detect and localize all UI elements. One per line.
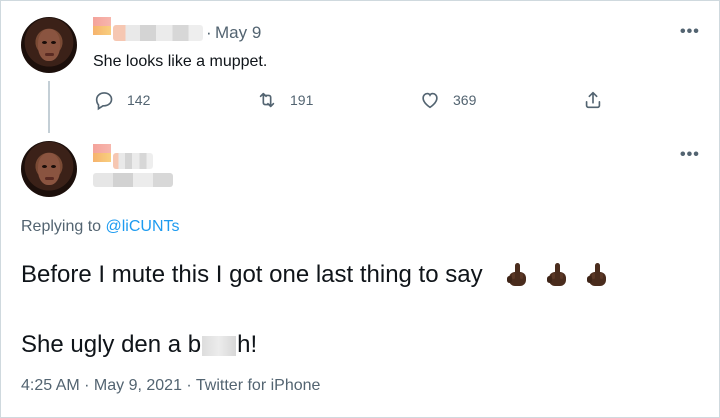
retweet-button[interactable]: 191 xyxy=(256,89,313,111)
more-icon[interactable]: ••• xyxy=(680,146,700,164)
replying-handle-link[interactable]: @liCUNTs xyxy=(106,218,180,235)
display-name-emoji-blurred xyxy=(93,17,111,26)
avatar[interactable] xyxy=(21,17,77,73)
tweet-1[interactable]: · May 9 ••• She looks like a muppet. 142… xyxy=(1,1,719,133)
like-button[interactable]: 369 xyxy=(419,89,476,111)
tweet-text: Before I mute this I got one last thing … xyxy=(21,261,483,288)
share-button[interactable] xyxy=(582,89,616,111)
tweet-text-line-2: She ugly den a b h! xyxy=(21,328,257,362)
like-count: 369 xyxy=(453,92,477,108)
display-name-emoji-blurred xyxy=(93,144,111,153)
like-icon xyxy=(422,92,438,109)
retweet-count: 191 xyxy=(290,92,314,108)
emoji-group xyxy=(503,261,611,291)
avatar-eye xyxy=(51,41,56,44)
reply-icon xyxy=(95,92,113,111)
tweet-text: She looks like a muppet. xyxy=(93,53,268,70)
avatar-eye xyxy=(42,165,47,168)
handle-blurred[interactable] xyxy=(93,173,173,187)
avatar-mouth xyxy=(45,53,54,56)
tweet-text-line-1: Before I mute this I got one last thing … xyxy=(21,258,611,292)
more-icon[interactable]: ••• xyxy=(680,23,700,41)
middle-finger-emoji xyxy=(587,262,607,286)
thread-connector xyxy=(48,81,50,133)
reply-button[interactable]: 142 xyxy=(93,89,150,111)
share-icon xyxy=(585,91,601,109)
replying-prefix: Replying to xyxy=(21,218,106,235)
avatar[interactable] xyxy=(21,141,77,197)
replying-to: Replying to @liCUNTs xyxy=(21,218,180,236)
censored-word-blur xyxy=(202,335,237,356)
display-name-emoji-blurred xyxy=(93,26,111,35)
display-name-emoji-blurred xyxy=(93,153,111,162)
avatar-face xyxy=(38,29,60,61)
tweet-text-part: h! xyxy=(237,331,258,358)
middle-finger-emoji xyxy=(547,262,567,286)
display-name-blurred[interactable] xyxy=(113,25,203,41)
display-name-blurred[interactable] xyxy=(113,153,153,169)
tweet-thread: · May 9 ••• She looks like a muppet. 142… xyxy=(0,0,720,418)
avatar-face xyxy=(38,153,60,185)
avatar-mouth xyxy=(45,177,54,180)
reply-count: 142 xyxy=(127,92,151,108)
tweet-date[interactable]: May 9 xyxy=(215,23,261,43)
meta-separator: · xyxy=(206,23,212,42)
tweet-timestamp-source[interactable]: 4:25 AM · May 9, 2021 · Twitter for iPho… xyxy=(21,377,320,395)
avatar-eye xyxy=(51,165,56,168)
retweet-icon xyxy=(259,92,275,108)
tweet-text-part: She ugly den a b xyxy=(21,331,202,358)
middle-finger-emoji xyxy=(507,262,527,286)
avatar-eye xyxy=(42,41,47,44)
